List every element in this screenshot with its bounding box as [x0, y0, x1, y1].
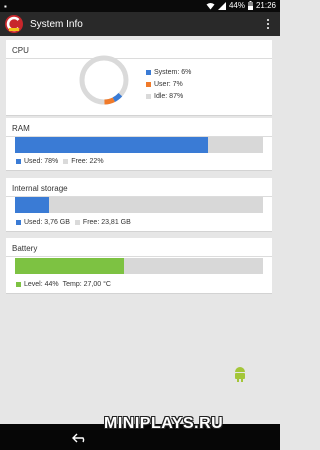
- battery-legend: Level: 44% Temp: 27,00 °C: [16, 281, 111, 288]
- storage-used-fill: [15, 197, 49, 213]
- cpu-system-arc: [79, 55, 129, 105]
- battery-card: Battery Level: 44% Temp: 27,00 °C: [6, 238, 272, 294]
- cpu-legend: System: 6% User: 7% Idle: 87%: [146, 66, 191, 102]
- ram-legend: Used: 78% Free: 22%: [16, 158, 104, 165]
- ram-card: RAM Used: 78% Free: 22%: [6, 118, 272, 171]
- battery-percent: 44%: [228, 1, 245, 10]
- ram-title: RAM: [12, 124, 30, 133]
- storage-used-label: Used: 3,76 GB: [24, 219, 70, 226]
- legend-user-label: User: 7%: [154, 80, 183, 88]
- level-swatch: [16, 282, 21, 287]
- idle-swatch: [146, 93, 151, 99]
- ram-used-fill: [15, 137, 209, 153]
- legend-idle-label: Idle: 87%: [154, 92, 184, 100]
- notification-icon: ▪: [4, 2, 7, 11]
- signal-icon: [217, 1, 226, 10]
- used-swatch: [16, 159, 21, 164]
- cpu-title: CPU: [12, 46, 29, 55]
- divider: [6, 58, 272, 59]
- clock: 21:26: [255, 1, 276, 10]
- system-swatch: [146, 69, 151, 75]
- legend-system-label: System: 6%: [154, 68, 192, 76]
- back-icon[interactable]: [72, 433, 88, 443]
- battery-title: Battery: [12, 244, 38, 253]
- battery-level-fill: [15, 258, 125, 274]
- used-swatch: [16, 220, 21, 225]
- legend-system: System: 6%: [146, 66, 191, 78]
- watermark: MINIPLAYS.RU: [104, 415, 224, 432]
- app-title: System Info: [30, 18, 83, 30]
- wifi-icon: [206, 2, 215, 9]
- divider: [6, 256, 272, 257]
- legend-idle: Idle: 87%: [146, 90, 191, 102]
- storage-title: Internal storage: [12, 184, 68, 193]
- app-bar: System Info: [0, 12, 280, 36]
- storage-bar: [15, 197, 263, 213]
- overflow-menu-icon[interactable]: [262, 16, 274, 32]
- cpu-donut-chart: [79, 55, 129, 105]
- storage-legend: Used: 3,76 GB Free: 23,81 GB: [16, 219, 131, 226]
- ram-used-label: Used: 78%: [24, 158, 59, 165]
- battery-level-label: Level: 44%: [24, 281, 59, 288]
- free-swatch: [74, 220, 80, 225]
- app-logo-icon[interactable]: [4, 14, 24, 34]
- storage-free-label: Free: 23,81 GB: [82, 219, 131, 226]
- free-swatch: [63, 159, 69, 164]
- cpu-user-arc: [79, 55, 129, 105]
- storage-card: Internal storage Used: 3,76 GB Free: 23,…: [6, 178, 272, 232]
- cpu-card: CPU System: 6% User: 7% Idle: 87%: [6, 40, 272, 116]
- user-swatch: [146, 81, 151, 87]
- ram-bar: [15, 137, 263, 153]
- android-icon: [235, 367, 245, 382]
- battery-temp-label: Temp: 27,00 °C: [62, 281, 111, 288]
- status-bar: ▪ 44% 21:26: [0, 0, 280, 12]
- battery-bar: [15, 258, 263, 274]
- ram-free-label: Free: 22%: [71, 158, 104, 165]
- status-icons: 44% 21:26: [206, 1, 276, 10]
- legend-user: User: 7%: [146, 78, 191, 90]
- battery-icon: [247, 1, 253, 10]
